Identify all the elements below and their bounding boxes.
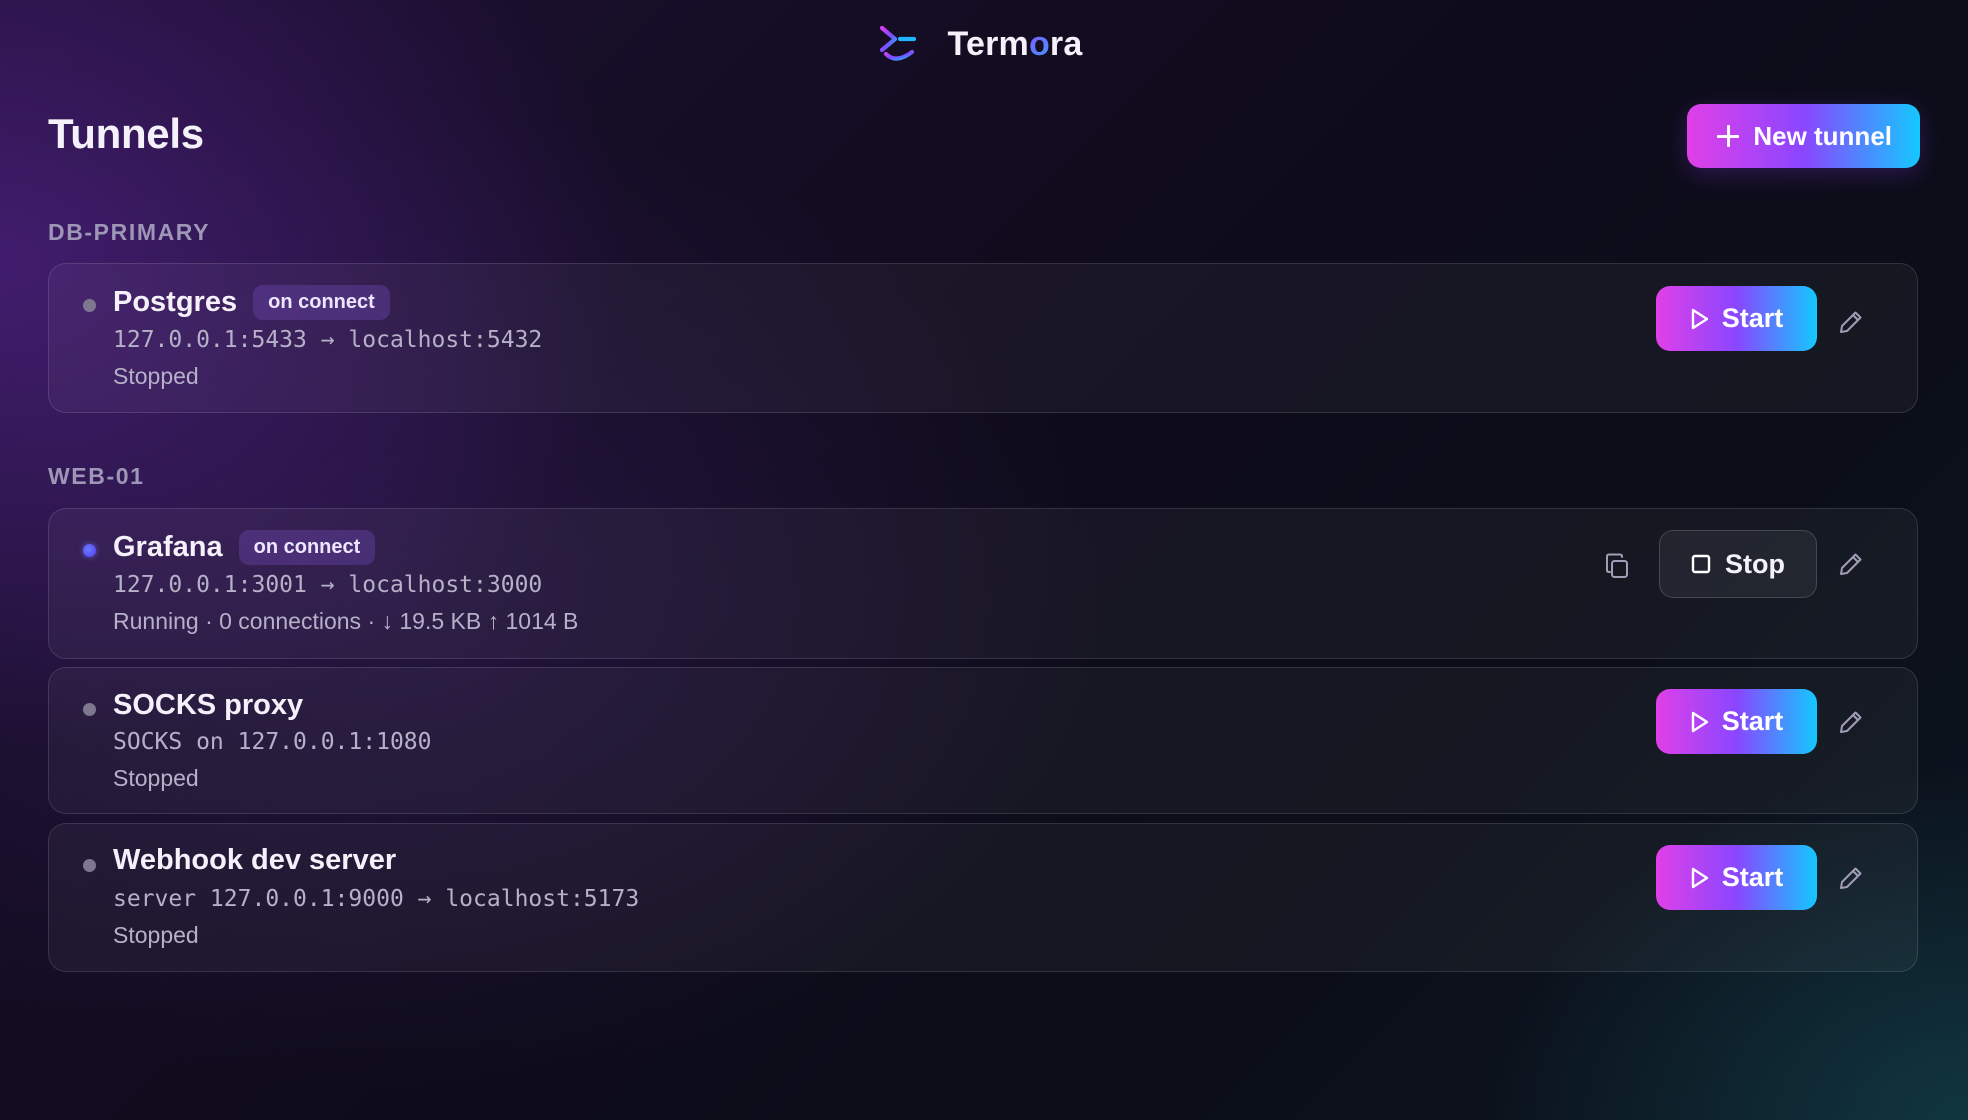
edit-button[interactable] bbox=[1831, 702, 1871, 742]
start-label: Start bbox=[1721, 706, 1784, 736]
start-button[interactable]: Start bbox=[1656, 286, 1817, 351]
tunnel-status: Stopped bbox=[113, 765, 199, 791]
tunnel-status: Running · 0 connections · ↓ 19.5 KB ↑ 10… bbox=[113, 608, 579, 634]
edit-button[interactable] bbox=[1831, 302, 1871, 342]
status-dot bbox=[83, 859, 96, 872]
tunnel-card-webhook-dev-server: Webhook dev server server 127.0.0.1:9000… bbox=[48, 823, 1918, 972]
edit-button[interactable] bbox=[1831, 544, 1871, 584]
tunnel-route: 127.0.0.1:3001 → localhost:3000 bbox=[113, 572, 543, 598]
tunnel-name: Postgres bbox=[113, 286, 238, 318]
new-tunnel-label: New tunnel bbox=[1753, 120, 1892, 151]
pencil-icon bbox=[1837, 864, 1865, 892]
play-icon bbox=[1690, 308, 1710, 330]
tunnel-card-postgres: Postgres on connect 127.0.0.1:5433 → loc… bbox=[48, 263, 1918, 413]
start-label: Start bbox=[1721, 303, 1784, 333]
play-icon bbox=[1690, 867, 1710, 889]
pencil-icon bbox=[1837, 708, 1865, 736]
start-button[interactable]: Start bbox=[1656, 845, 1817, 910]
stop-label: Stop bbox=[1725, 548, 1785, 579]
tunnel-route: 127.0.0.1:5433 → localhost:5432 bbox=[113, 327, 543, 353]
group-label-db-primary: DB-PRIMARY bbox=[48, 219, 211, 245]
status-dot bbox=[83, 703, 96, 716]
tunnel-route: SOCKS on 127.0.0.1:1080 bbox=[113, 729, 432, 755]
app-brand: Termora bbox=[0, 22, 1968, 66]
pencil-icon bbox=[1837, 550, 1865, 578]
auto-start-badge: on connect bbox=[253, 285, 390, 320]
plus-icon bbox=[1717, 125, 1740, 147]
new-tunnel-button[interactable]: New tunnel bbox=[1687, 104, 1920, 168]
copy-icon bbox=[1602, 551, 1632, 581]
edit-button[interactable] bbox=[1831, 858, 1871, 898]
tunnel-route: server 127.0.0.1:9000 → localhost:5173 bbox=[113, 886, 640, 912]
page-title: Tunnels bbox=[48, 110, 204, 157]
tunnel-name: Webhook dev server bbox=[113, 844, 397, 876]
pencil-icon bbox=[1837, 308, 1865, 336]
stop-icon bbox=[1691, 554, 1711, 574]
stop-button[interactable]: Stop bbox=[1659, 530, 1817, 598]
tunnel-card-grafana: Grafana on connect 127.0.0.1:3001 → loca… bbox=[48, 508, 1918, 659]
tunnel-status: Stopped bbox=[113, 363, 199, 389]
start-label: Start bbox=[1721, 862, 1784, 892]
start-button[interactable]: Start bbox=[1656, 689, 1817, 754]
tunnel-card-socks-proxy: SOCKS proxy SOCKS on 127.0.0.1:1080 Stop… bbox=[48, 667, 1918, 814]
tunnel-status: Stopped bbox=[113, 922, 199, 948]
play-icon bbox=[1690, 711, 1710, 733]
copy-button[interactable] bbox=[1597, 546, 1637, 586]
tunnel-name: Grafana bbox=[113, 531, 223, 563]
status-dot bbox=[83, 544, 96, 557]
status-dot bbox=[83, 299, 96, 312]
tunnel-name: SOCKS proxy bbox=[113, 689, 304, 721]
termora-logo-icon bbox=[876, 22, 920, 66]
group-label-web-01: WEB-01 bbox=[48, 463, 145, 489]
auto-start-badge: on connect bbox=[238, 530, 376, 565]
app-name: Termora bbox=[947, 24, 1083, 63]
